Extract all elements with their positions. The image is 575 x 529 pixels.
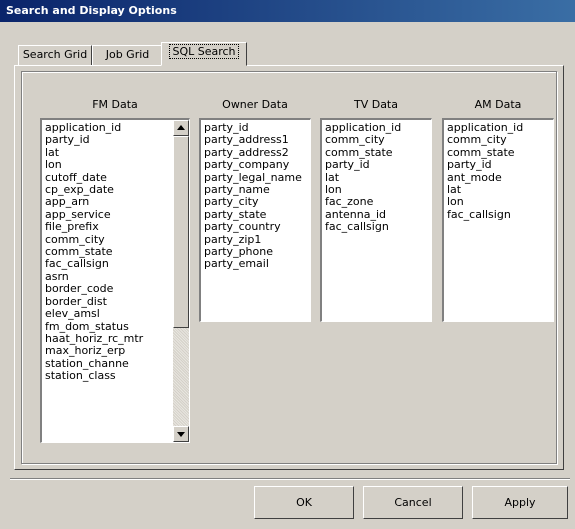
list-item[interactable]: comm_city (447, 133, 553, 146)
list-item[interactable]: app_arn (45, 196, 173, 209)
scroll-thumb[interactable] (173, 136, 189, 328)
window-title-bar: Search and Display Options (0, 0, 575, 22)
tab-search-grid-label: Search Grid (22, 48, 88, 61)
tab-job-grid[interactable]: Job Grid (92, 45, 163, 65)
list-item[interactable]: file_prefix (45, 220, 173, 233)
list-item[interactable]: border_code (45, 282, 173, 295)
list-item[interactable]: party_country (204, 220, 310, 233)
apply-button[interactable]: Apply (472, 486, 568, 519)
fm-data-heading: FM Data (92, 98, 138, 111)
list-item[interactable]: fac_callsign (447, 208, 553, 221)
tv-data-items: application_id comm_city comm_state part… (322, 120, 431, 234)
list-item[interactable]: party_city (204, 196, 310, 209)
list-item[interactable]: lon (45, 158, 173, 171)
list-item[interactable]: fac_callsign (325, 220, 431, 233)
tv-data-list[interactable]: application_id comm_city comm_state part… (320, 118, 432, 322)
owner-data-list[interactable]: party_id party_address1 party_address2 p… (199, 118, 311, 322)
cancel-button[interactable]: Cancel (363, 486, 463, 519)
list-item[interactable]: party_id (45, 133, 173, 146)
list-item[interactable]: station_class (45, 369, 173, 382)
list-item[interactable]: party_company (204, 158, 310, 171)
scroll-down-button[interactable] (173, 426, 189, 442)
tab-job-grid-label: Job Grid (105, 48, 150, 61)
list-item[interactable]: comm_city (325, 133, 431, 146)
am-data-items: application_id comm_city comm_state part… (444, 120, 553, 221)
tab-search-grid[interactable]: Search Grid (18, 45, 92, 65)
list-item[interactable]: fac_zone (325, 196, 431, 209)
list-item[interactable]: party_email (204, 258, 310, 271)
fm-list-scrollbar[interactable] (173, 120, 189, 442)
scroll-up-button[interactable] (173, 120, 189, 136)
am-data-heading: AM Data (474, 98, 522, 111)
footer-divider (10, 478, 570, 480)
list-item[interactable]: lon (447, 196, 553, 209)
tab-sql-search[interactable]: SQL Search (161, 42, 247, 66)
window-title: Search and Display Options (6, 4, 177, 17)
list-item[interactable]: fac_callsign (45, 258, 173, 271)
tv-data-heading: TV Data (353, 98, 398, 111)
owner-data-heading: Owner Data (222, 98, 288, 111)
list-item[interactable]: party_id (447, 158, 553, 171)
am-data-list[interactable]: application_id comm_city comm_state part… (442, 118, 554, 322)
list-item[interactable]: lat (45, 146, 173, 159)
list-item[interactable]: party_address1 (204, 133, 310, 146)
ok-button[interactable]: OK (254, 486, 354, 519)
arrow-down-icon (177, 432, 185, 437)
list-item[interactable]: ant_mode (447, 171, 553, 184)
list-item[interactable]: elev_amsl (45, 307, 173, 320)
list-item[interactable]: party_id (325, 158, 431, 171)
fm-data-items: application_id party_id lat lon cutoff_d… (42, 120, 189, 383)
tab-sql-search-label: SQL Search (169, 44, 239, 59)
list-item[interactable]: max_horiz_erp (45, 344, 173, 357)
owner-data-items: party_id party_address1 party_address2 p… (201, 120, 310, 271)
arrow-up-icon (177, 125, 185, 130)
fm-data-list[interactable]: application_id party_id lat lon cutoff_d… (40, 118, 190, 443)
